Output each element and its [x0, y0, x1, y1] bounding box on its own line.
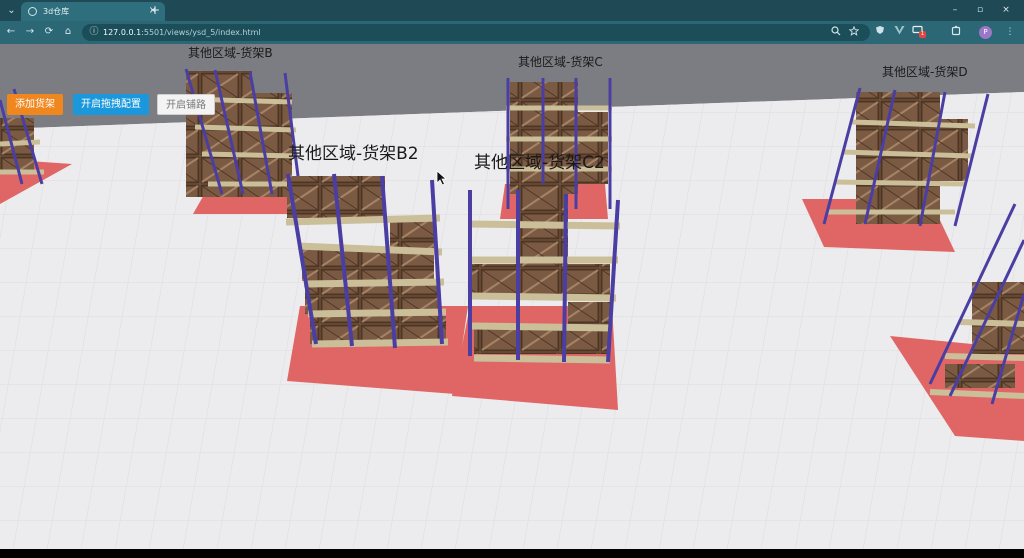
url-host: 127.0.0.1 — [103, 28, 142, 37]
tab-list-button[interactable]: ⌄ — [4, 3, 19, 18]
tab-bar: ⌄ 3d仓库 × + – ▫ × — [0, 0, 1024, 21]
add-rack-button[interactable]: 添加货架 — [7, 94, 63, 115]
rack-label-c2: 其他区域-货架C2 — [474, 153, 605, 173]
maximize-button[interactable]: ▫ — [967, 2, 993, 18]
zoom-icon[interactable] — [830, 26, 842, 38]
warehouse-scene — [0, 44, 1024, 549]
browser-toolbar: ← → ⟳ ⌂ ⓘ 127.0.0.1:5501/views/ysd_5/ind… — [0, 21, 1024, 44]
forward-icon[interactable]: → — [23, 25, 37, 39]
tab-3d-warehouse[interactable]: 3d仓库 × — [21, 2, 165, 21]
reload-icon[interactable]: ⟳ — [42, 25, 56, 39]
profile-avatar[interactable]: P — [979, 26, 992, 39]
rack-label-c: 其他区域-货架C — [518, 55, 603, 69]
rack-label-b: 其他区域-货架B — [188, 46, 273, 60]
menu-icon[interactable]: ⋮ — [1003, 25, 1017, 39]
extension-shield-icon[interactable] — [873, 25, 887, 39]
address-bar[interactable]: ⓘ 127.0.0.1:5501/views/ysd_5/index.html — [82, 24, 870, 41]
rack-label-b2: 其他区域-货架B2 — [288, 144, 419, 164]
tab-title: 3d仓库 — [43, 7, 70, 16]
extensions-puzzle-icon[interactable] — [949, 25, 963, 39]
extension-badge: 1 — [919, 31, 926, 38]
url-path: :5501/views/ysd_5/index.html — [141, 28, 261, 37]
mouse-cursor-icon — [436, 170, 448, 186]
url-text: 127.0.0.1:5501/views/ysd_5/index.html — [103, 26, 261, 39]
enable-drag-config-button[interactable]: 开启拖拽配置 — [73, 94, 149, 115]
extension-screen-icon[interactable]: 1 — [911, 25, 926, 39]
minimize-button[interactable]: – — [942, 2, 968, 18]
favicon-icon — [28, 7, 37, 16]
warehouse-3d-canvas[interactable]: 其他区域-货架B 其他区域-货架C 其他区域-货架D 其他区域-货架B2 其他区… — [0, 44, 1024, 549]
home-icon[interactable]: ⌂ — [61, 25, 75, 39]
close-window-button[interactable]: × — [993, 2, 1019, 18]
back-icon[interactable]: ← — [4, 25, 18, 39]
site-info-icon[interactable]: ⓘ — [88, 26, 100, 38]
extension-vue-icon[interactable] — [892, 25, 906, 39]
bookmark-star-icon[interactable] — [848, 25, 860, 38]
rack-label-d: 其他区域-货架D — [882, 65, 968, 79]
enable-paving-button[interactable]: 开启铺路 — [157, 94, 215, 115]
bottom-black-bar — [0, 549, 1024, 558]
new-tab-button[interactable]: + — [148, 2, 162, 18]
